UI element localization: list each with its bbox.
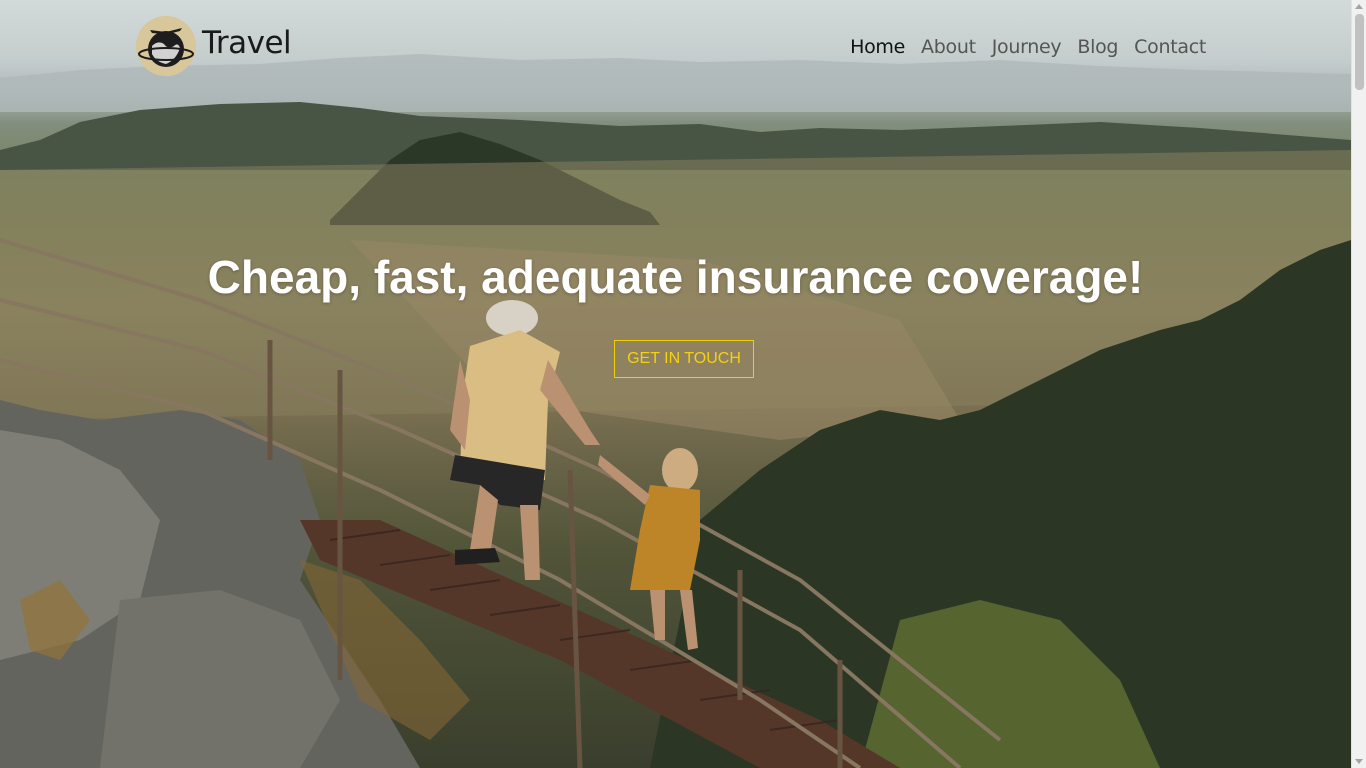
globe-airplane-icon xyxy=(136,16,196,76)
nav-item-blog[interactable]: Blog xyxy=(1077,36,1118,58)
nav-item-contact[interactable]: Contact xyxy=(1134,36,1206,58)
hero-section: Travel Home About Journey Blog Contact C… xyxy=(0,0,1351,768)
scrollbar-thumb[interactable] xyxy=(1355,14,1364,90)
brand-name: Travel xyxy=(202,25,292,61)
nav-item-journey[interactable]: Journey xyxy=(992,36,1062,58)
brand-link[interactable]: Travel xyxy=(136,16,292,76)
nav-item-about[interactable]: About xyxy=(921,36,976,58)
hero-headline: Cheap, fast, adequate insurance coverage… xyxy=(207,251,1144,303)
top-navbar: Travel Home About Journey Blog Contact xyxy=(0,0,1351,90)
get-in-touch-button[interactable]: Get in touch xyxy=(614,340,754,378)
hero-background-image xyxy=(0,0,1351,768)
main-nav: Home About Journey Blog Contact xyxy=(834,36,1206,58)
scroll-down-arrow-icon[interactable] xyxy=(1355,759,1363,764)
scroll-up-arrow-icon[interactable] xyxy=(1355,4,1363,9)
nav-item-home[interactable]: Home xyxy=(850,36,905,58)
page-scrollbar[interactable] xyxy=(1351,0,1366,768)
